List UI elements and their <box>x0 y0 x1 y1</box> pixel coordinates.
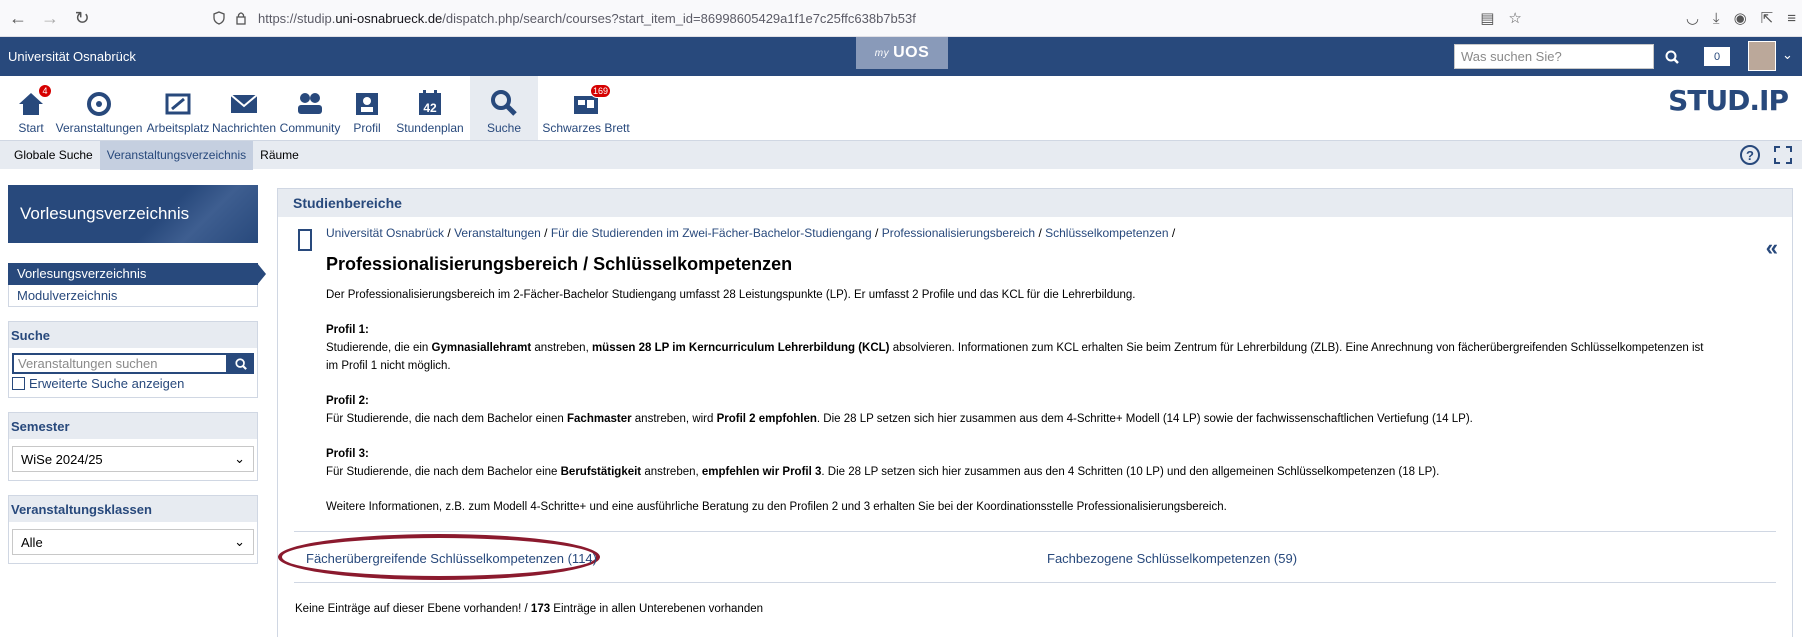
tab-globale-suche[interactable]: Globale Suche <box>0 141 100 170</box>
community-icon <box>298 93 322 114</box>
pocket-icon[interactable]: ◡ <box>1686 9 1699 27</box>
breadcrumb: Universität Osnabrück / Veranstaltungen … <box>326 226 1176 240</box>
category-link-fachbezogen[interactable]: Fachbezogene Schlüsselkompetenzen (59) <box>1047 551 1297 566</box>
divider <box>294 582 1776 583</box>
classes-widget-title: Veranstaltungsklassen <box>9 496 257 522</box>
sidebar-title: Vorlesungsverzeichnis <box>8 185 258 243</box>
bookmark-star-icon[interactable]: ☆ <box>1508 9 1521 27</box>
classes-select[interactable]: Alle ⌄ <box>12 529 254 555</box>
more-info-text: Weitere Informationen, z.B. zum Modell 4… <box>326 501 1227 513</box>
semester-select[interactable]: WiSe 2024/25 ⌄ <box>12 446 254 472</box>
breadcrumb-item[interactable]: Professionalisierungsbereich <box>882 226 1035 240</box>
advanced-search-checkbox[interactable]: Erweiterte Suche anzeigen <box>12 376 254 391</box>
collapse-icon[interactable]: « <box>1766 235 1778 261</box>
tab-raeume[interactable]: Räume <box>253 141 306 170</box>
breadcrumb-item[interactable]: Veranstaltungen <box>454 226 541 240</box>
checkbox-icon <box>12 377 25 390</box>
course-search-input[interactable]: Veranstaltungen suchen <box>12 353 228 374</box>
menu-icon[interactable]: ≡ <box>1787 10 1796 27</box>
nav-arbeitsplatz[interactable]: Arbeitsplatz <box>144 76 212 140</box>
shield-icon <box>213 11 225 25</box>
forward-icon[interactable]: → <box>36 4 64 32</box>
page-title: Professionalisierungsbereich / Schlüssel… <box>326 254 793 274</box>
sidebar: Vorlesungsverzeichnis Vorlesungsverzeich… <box>8 185 266 564</box>
tab-veranstaltungsverzeichnis[interactable]: Veranstaltungsverzeichnis <box>99 140 254 170</box>
profil-2: Profil 2: Für Studierende, die nach dem B… <box>326 395 1473 425</box>
studip-logo[interactable]: STUD.IP <box>1668 84 1789 117</box>
semester-widget: Semester WiSe 2024/25 ⌄ <box>8 412 258 481</box>
courses-icon <box>87 92 111 116</box>
category-link-faecheruebergreifend[interactable]: Fächerübergreifende Schlüsselkompetenzen… <box>306 551 597 566</box>
classes-widget: Veranstaltungsklassen Alle ⌄ <box>8 495 258 564</box>
address-bar[interactable]: https://studip.uni-osnabrueck.de/dispatc… <box>212 4 1612 32</box>
entries-note: Keine Einträge auf dieser Ebene vorhande… <box>295 603 764 615</box>
reader-view-icon[interactable]: ▤ <box>1480 9 1494 27</box>
profile-icon <box>356 93 378 115</box>
main-content: Studienbereiche Universität Osnabrück / … <box>277 188 1793 637</box>
avatar[interactable] <box>1748 41 1776 71</box>
chevron-down-icon[interactable]: ⌄ <box>1782 47 1793 63</box>
nav-nachrichten[interactable]: Nachrichten <box>212 76 276 140</box>
search-widget: Suche Veranstaltungen suchen Erweiterte … <box>8 321 258 398</box>
nav-schwarzes-brett[interactable]: 169 Schwarzes Brett <box>538 76 634 140</box>
profil-1: Profil 1: Studierende, die ein Gymnasiall… <box>326 324 1704 372</box>
breadcrumb-item[interactable]: Für die Studierenden im Zwei-Fächer-Bach… <box>551 226 872 240</box>
intro-text: Der Professionalisierungsbereich im 2-Fä… <box>326 289 1136 301</box>
search-icon <box>235 357 247 370</box>
divider <box>294 531 1776 532</box>
reload-icon[interactable]: ↻ <box>68 4 96 32</box>
chevron-down-icon: ⌄ <box>234 534 245 549</box>
university-name[interactable]: Universität Osnabrück <box>8 49 136 64</box>
search-icon <box>491 90 517 116</box>
browser-right-icons: ▤ ☆ ◡ ⤓ ◉ ⇱ ≡ <box>1480 4 1796 32</box>
breadcrumb-item[interactable]: Schlüsselkompetenzen <box>1045 226 1168 240</box>
section-heading: Studienbereiche <box>278 189 1792 217</box>
sub-navigation: Globale Suche Veranstaltungsverzeichnis … <box>0 140 1802 170</box>
schwarzes-brett-badge: 169 <box>590 84 612 98</box>
search-button[interactable] <box>1654 44 1690 69</box>
top-header: Universität Osnabrück my UOS Was suchen S… <box>0 37 1802 76</box>
browser-toolbar: ← → ↻ https://studip.uni-osnabrueck.de/d… <box>0 0 1802 37</box>
nav-community[interactable]: Community <box>276 76 344 140</box>
nav-suche[interactable]: Suche <box>470 76 538 140</box>
myuos-logo[interactable]: my UOS <box>856 37 948 69</box>
search-icon <box>1665 50 1679 64</box>
semester-widget-title: Semester <box>9 413 257 439</box>
account-icon[interactable]: ◉ <box>1734 9 1747 27</box>
nav-start[interactable]: 4 Start <box>8 76 54 140</box>
search-widget-title: Suche <box>9 322 257 348</box>
document-icon <box>298 229 312 251</box>
course-search-button[interactable] <box>228 353 254 374</box>
nav-stundenplan[interactable]: 42 Stundenplan <box>390 76 470 140</box>
nav-profil[interactable]: Profil <box>344 76 390 140</box>
chevron-down-icon: ⌄ <box>234 451 245 466</box>
main-navigation: 4 Start Veranstaltungen Arbeitsplatz Nac… <box>0 76 1802 140</box>
url-text: https://studip.uni-osnabrueck.de/dispatc… <box>258 10 916 26</box>
sidebar-item-modulverzeichnis[interactable]: Modulverzeichnis <box>8 285 258 307</box>
sidebar-nav: Vorlesungsverzeichnis Modulverzeichnis <box>8 263 266 307</box>
extensions-icon[interactable]: ⇱ <box>1761 9 1774 27</box>
lock-icon <box>236 12 246 25</box>
help-icon[interactable]: ? <box>1740 145 1760 165</box>
mail-icon <box>230 94 258 113</box>
notification-count[interactable]: 0 <box>1704 47 1730 66</box>
start-badge: 4 <box>38 84 52 98</box>
back-icon[interactable]: ← <box>4 4 32 32</box>
sidebar-item-vorlesungsverzeichnis[interactable]: Vorlesungsverzeichnis <box>8 263 266 285</box>
description: Der Professionalisierungsbereich im 2-Fä… <box>326 286 1706 533</box>
profil-3: Profil 3: Für Studierende, die nach dem B… <box>326 448 1440 478</box>
breadcrumb-item[interactable]: Universität Osnabrück <box>326 226 444 240</box>
global-search-input[interactable]: Was suchen Sie? <box>1454 44 1654 69</box>
svg-text:42: 42 <box>423 101 437 115</box>
nav-veranstaltungen[interactable]: Veranstaltungen <box>54 76 144 140</box>
calendar-icon: 42 <box>419 90 441 115</box>
fullscreen-icon[interactable] <box>1774 146 1792 164</box>
workspace-icon <box>165 93 191 115</box>
download-icon[interactable]: ⤓ <box>1713 10 1720 27</box>
